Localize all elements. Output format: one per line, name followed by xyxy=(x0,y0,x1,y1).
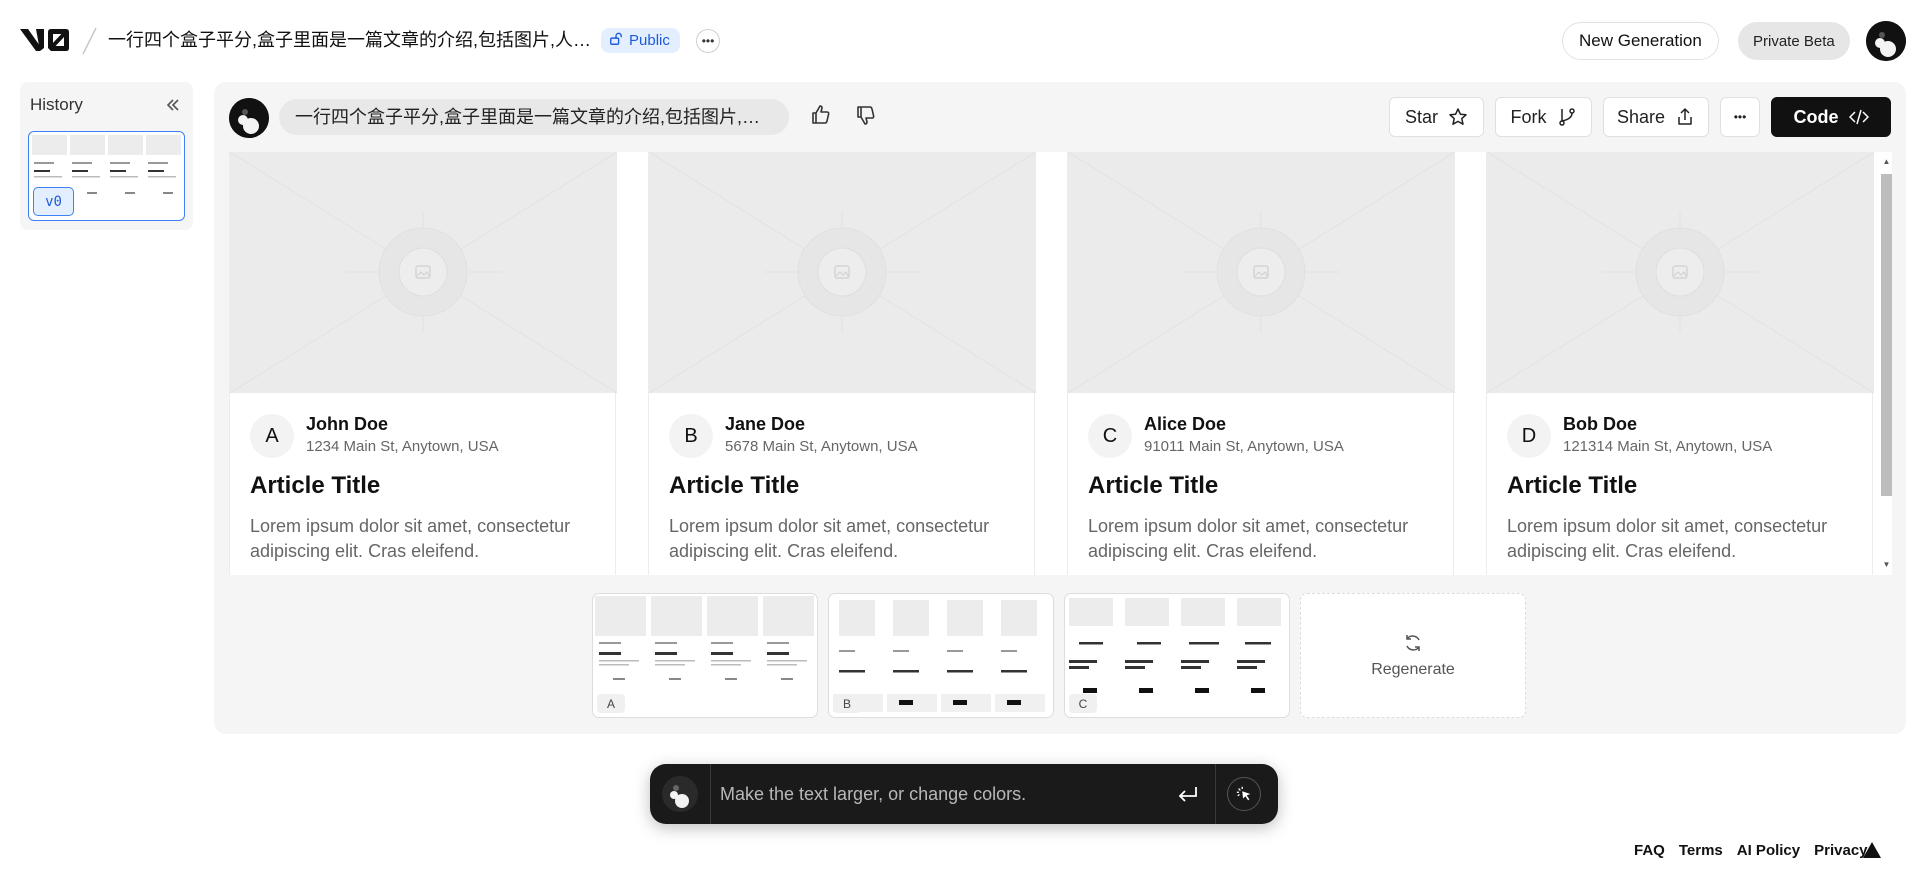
visibility-badge[interactable]: Public xyxy=(601,28,680,53)
faq-link[interactable]: FAQ xyxy=(1634,842,1665,859)
variant-thumbnail-b[interactable]: B xyxy=(828,593,1054,718)
share-button[interactable]: Share xyxy=(1603,97,1709,137)
variant-thumbnail-a[interactable]: A xyxy=(592,593,818,718)
code-button[interactable]: Code xyxy=(1771,97,1891,137)
history-version-thumbnail[interactable]: v0 xyxy=(28,131,185,221)
visibility-label: Public xyxy=(629,32,670,49)
top-bar: 一行四个盒子平分,盒子里面是一篇文章的介绍,包括图片,人员... Public … xyxy=(0,0,1920,82)
thumbs-up-icon[interactable] xyxy=(809,103,835,129)
article-title: Article Title xyxy=(250,472,381,499)
author-name: Alice Doe xyxy=(1144,414,1227,434)
fork-icon xyxy=(1558,108,1575,126)
scrollbar-thumb[interactable] xyxy=(1881,174,1892,496)
divider xyxy=(710,764,711,824)
history-panel: History v0 xyxy=(20,82,193,230)
message-user-avatar xyxy=(229,98,269,138)
fork-button[interactable]: Fork xyxy=(1495,97,1592,137)
project-title[interactable]: 一行四个盒子平分,盒子里面是一篇文章的介绍,包括图片,人员... xyxy=(108,28,592,52)
private-beta-button[interactable]: Private Beta xyxy=(1738,22,1850,60)
author-name: Bob Doe xyxy=(1563,414,1637,434)
history-title: History xyxy=(30,95,83,114)
main-panel: 一行四个盒子平分,盒子里面是一篇文章的介绍,包括图片,人员... Star Fo… xyxy=(214,82,1906,734)
author-address: 121314 Main St, Anytown, USA xyxy=(1563,438,1773,455)
author-avatar: C xyxy=(1088,414,1132,458)
prompt-bar xyxy=(650,764,1278,824)
code-icon xyxy=(1848,109,1869,125)
article-card: C Alice Doe 91011 Main St, Anytown, USA Art… xyxy=(1067,152,1455,575)
article-excerpt: Lorem ipsum dolor sit amet, consectetur … xyxy=(1507,516,1828,561)
article-title: Article Title xyxy=(1088,472,1219,499)
author-name: Jane Doe xyxy=(725,414,806,434)
unlock-icon xyxy=(609,32,623,50)
variant-thumbnail-c[interactable]: C xyxy=(1064,593,1290,718)
image-placeholder xyxy=(649,152,1036,393)
code-label: Code xyxy=(1793,106,1839,127)
refresh-icon xyxy=(1406,634,1420,651)
v0-logo[interactable] xyxy=(20,26,70,54)
scroll-up-arrow-icon[interactable]: ▲ xyxy=(1881,156,1892,168)
share-label: Share xyxy=(1616,106,1666,127)
star-label: Star xyxy=(1404,106,1438,127)
enter-icon[interactable] xyxy=(1176,782,1200,806)
article-excerpt: Lorem ipsum dolor sit amet, consectetur … xyxy=(1088,516,1409,561)
fork-label: Fork xyxy=(1510,106,1547,127)
star-button[interactable]: Star xyxy=(1389,97,1484,137)
generation-preview[interactable]: A John Doe 1234 Main St, Anytown, USA Artic… xyxy=(229,152,1892,575)
article-card: A John Doe 1234 Main St, Anytown, USA Artic… xyxy=(229,152,617,575)
prompt-input[interactable] xyxy=(720,778,1140,810)
article-excerpt: Lorem ipsum dolor sit amet, consectetur … xyxy=(669,516,990,561)
element-select-icon[interactable] xyxy=(1227,777,1261,811)
privacy-link[interactable]: Privacy xyxy=(1814,842,1867,859)
author-address: 5678 Main St, Anytown, USA xyxy=(725,438,918,455)
share-icon xyxy=(1678,108,1692,125)
more-options-button[interactable]: ••• xyxy=(1720,97,1760,137)
vercel-triangle-icon[interactable] xyxy=(1862,841,1882,859)
star-icon xyxy=(1449,108,1467,125)
prompt-message[interactable]: 一行四个盒子平分,盒子里面是一篇文章的介绍,包括图片,人员... xyxy=(279,99,789,135)
author-address: 1234 Main St, Anytown, USA xyxy=(306,438,499,455)
scroll-down-arrow-icon[interactable]: ▼ xyxy=(1881,559,1892,571)
author-avatar: B xyxy=(669,414,713,458)
variant-label: B xyxy=(833,694,861,713)
version-badge[interactable]: v0 xyxy=(33,187,74,216)
article-excerpt: Lorem ipsum dolor sit amet, consectetur … xyxy=(250,516,571,561)
more-horizontal-icon: ••• xyxy=(1733,110,1747,124)
project-more-button[interactable]: ••• xyxy=(696,29,720,53)
article-title: Article Title xyxy=(669,472,800,499)
regenerate-button[interactable]: Regenerate xyxy=(1300,593,1526,718)
author-avatar: A xyxy=(250,414,294,458)
terms-link[interactable]: Terms xyxy=(1679,842,1723,859)
thumbs-down-icon[interactable] xyxy=(854,103,880,129)
article-card: D Bob Doe 121314 Main St, Anytown, USA Arti… xyxy=(1486,152,1874,575)
image-placeholder xyxy=(1068,152,1455,393)
image-placeholder xyxy=(230,152,617,393)
author-avatar: D xyxy=(1507,414,1551,458)
regenerate-label: Regenerate xyxy=(1371,660,1455,678)
author-address: 91011 Main St, Anytown, USA xyxy=(1144,438,1344,455)
article-title: Article Title xyxy=(1507,472,1638,499)
more-horizontal-icon: ••• xyxy=(701,34,715,48)
collapse-sidebar-icon[interactable] xyxy=(163,95,183,115)
variant-label: A xyxy=(597,694,625,713)
new-generation-button[interactable]: New Generation xyxy=(1562,22,1719,60)
author-name: John Doe xyxy=(306,414,389,434)
breadcrumb-separator xyxy=(80,26,98,56)
footer-links: FAQ Terms AI Policy Privacy xyxy=(1634,840,1868,860)
variant-label: C xyxy=(1069,694,1097,713)
prompt-avatar[interactable] xyxy=(662,776,698,812)
user-avatar[interactable] xyxy=(1866,21,1906,61)
ai-policy-link[interactable]: AI Policy xyxy=(1737,842,1800,859)
divider xyxy=(1215,764,1216,824)
article-card: B Jane Doe 5678 Main St, Anytown, USA Artic… xyxy=(648,152,1036,575)
image-placeholder xyxy=(1487,152,1874,393)
